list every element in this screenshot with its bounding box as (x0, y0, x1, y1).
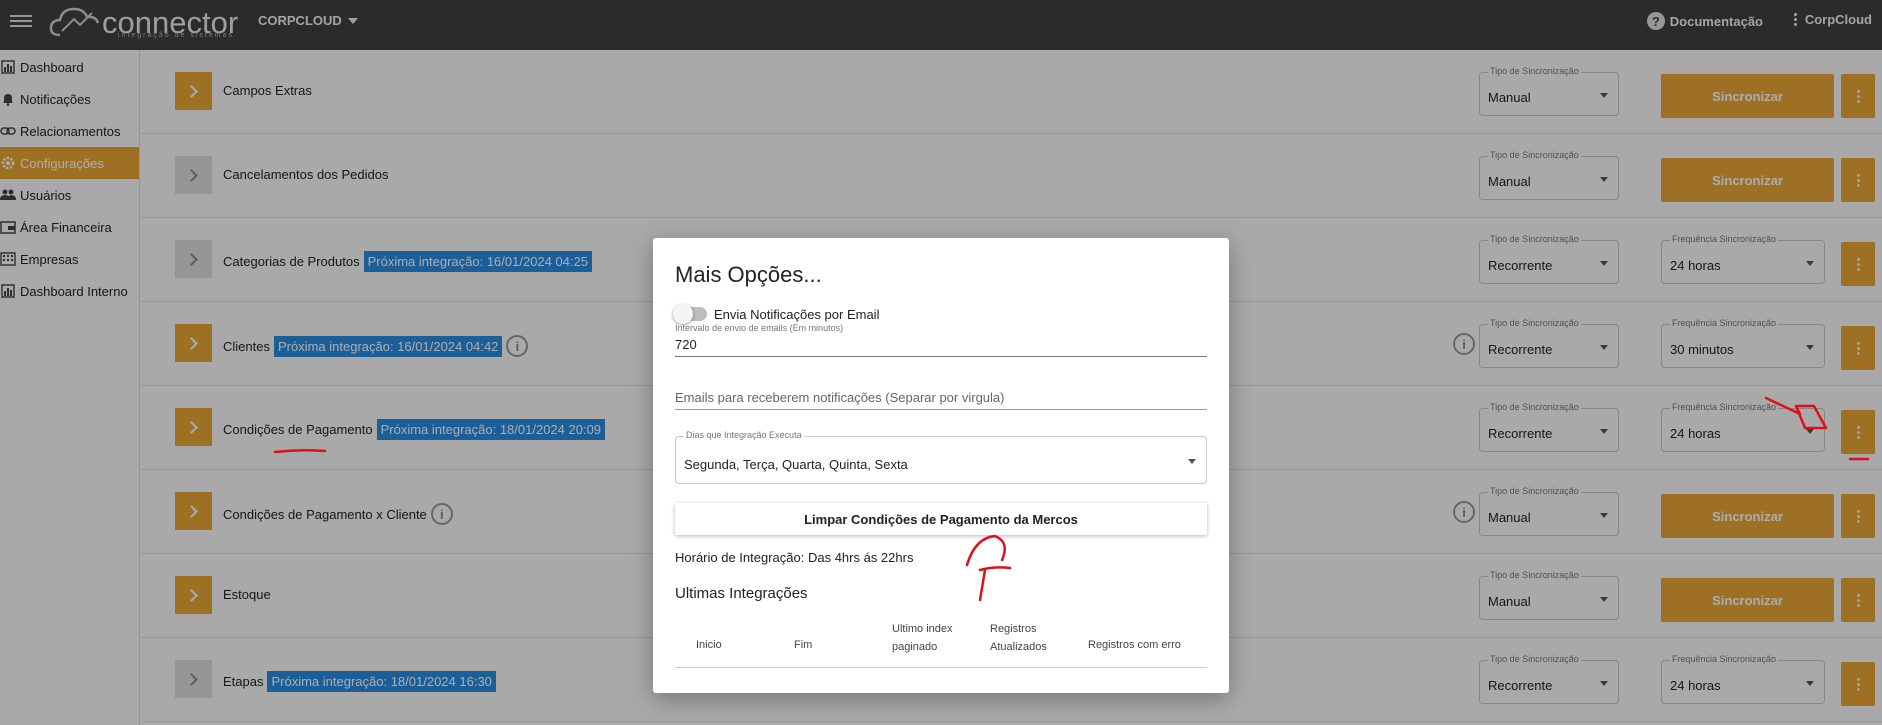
input-underline (675, 409, 1207, 410)
recent-integrations-title: Ultimas Integrações (675, 585, 808, 602)
emails-input[interactable]: Emails para receberem notificações (Sepa… (675, 390, 1004, 405)
recent-integrations-table-header: Inicio Fim Ultimo index paginado Registro… (675, 622, 1207, 668)
column-header-line: Registros (990, 623, 1037, 635)
select-value: Segunda, Terça, Quarta, Quinta, Sexta (684, 457, 908, 472)
interval-input[interactable]: 720 (675, 337, 697, 352)
column-header: Fim (794, 639, 813, 651)
clear-payment-conditions-button[interactable]: Limpar Condições de Pagamento da Mercos (675, 503, 1207, 535)
more-options-dialog: Mais Opções... Envia Notificações por Em… (653, 238, 1229, 693)
dialog-title: Mais Opções... (675, 262, 822, 287)
column-header-line: Ultimo index (892, 623, 953, 635)
column-header: Registros Atualizados (990, 620, 1047, 656)
email-notifications-toggle[interactable] (673, 304, 707, 324)
select-legend: Dias que Integração Executa (684, 430, 804, 440)
column-header: Ultimo index paginado (892, 620, 953, 656)
input-underline (675, 356, 1207, 357)
days-select[interactable]: Dias que Integração Executa Segunda, Ter… (675, 430, 1207, 484)
toggle-label: Envia Notificações por Email (714, 307, 880, 322)
column-header-line: paginado (892, 641, 938, 653)
toggle-knob (673, 304, 693, 324)
column-header: Registros com erro (1088, 639, 1181, 651)
integration-hours: Horário de Integração: Das 4hrs ás 22hrs (675, 550, 914, 565)
chevron-down-icon (1188, 459, 1196, 464)
column-header: Inicio (696, 639, 722, 651)
column-header-line: Atualizados (990, 641, 1047, 653)
interval-label: Intervalo de envio de emails (Em minutos… (675, 323, 844, 333)
